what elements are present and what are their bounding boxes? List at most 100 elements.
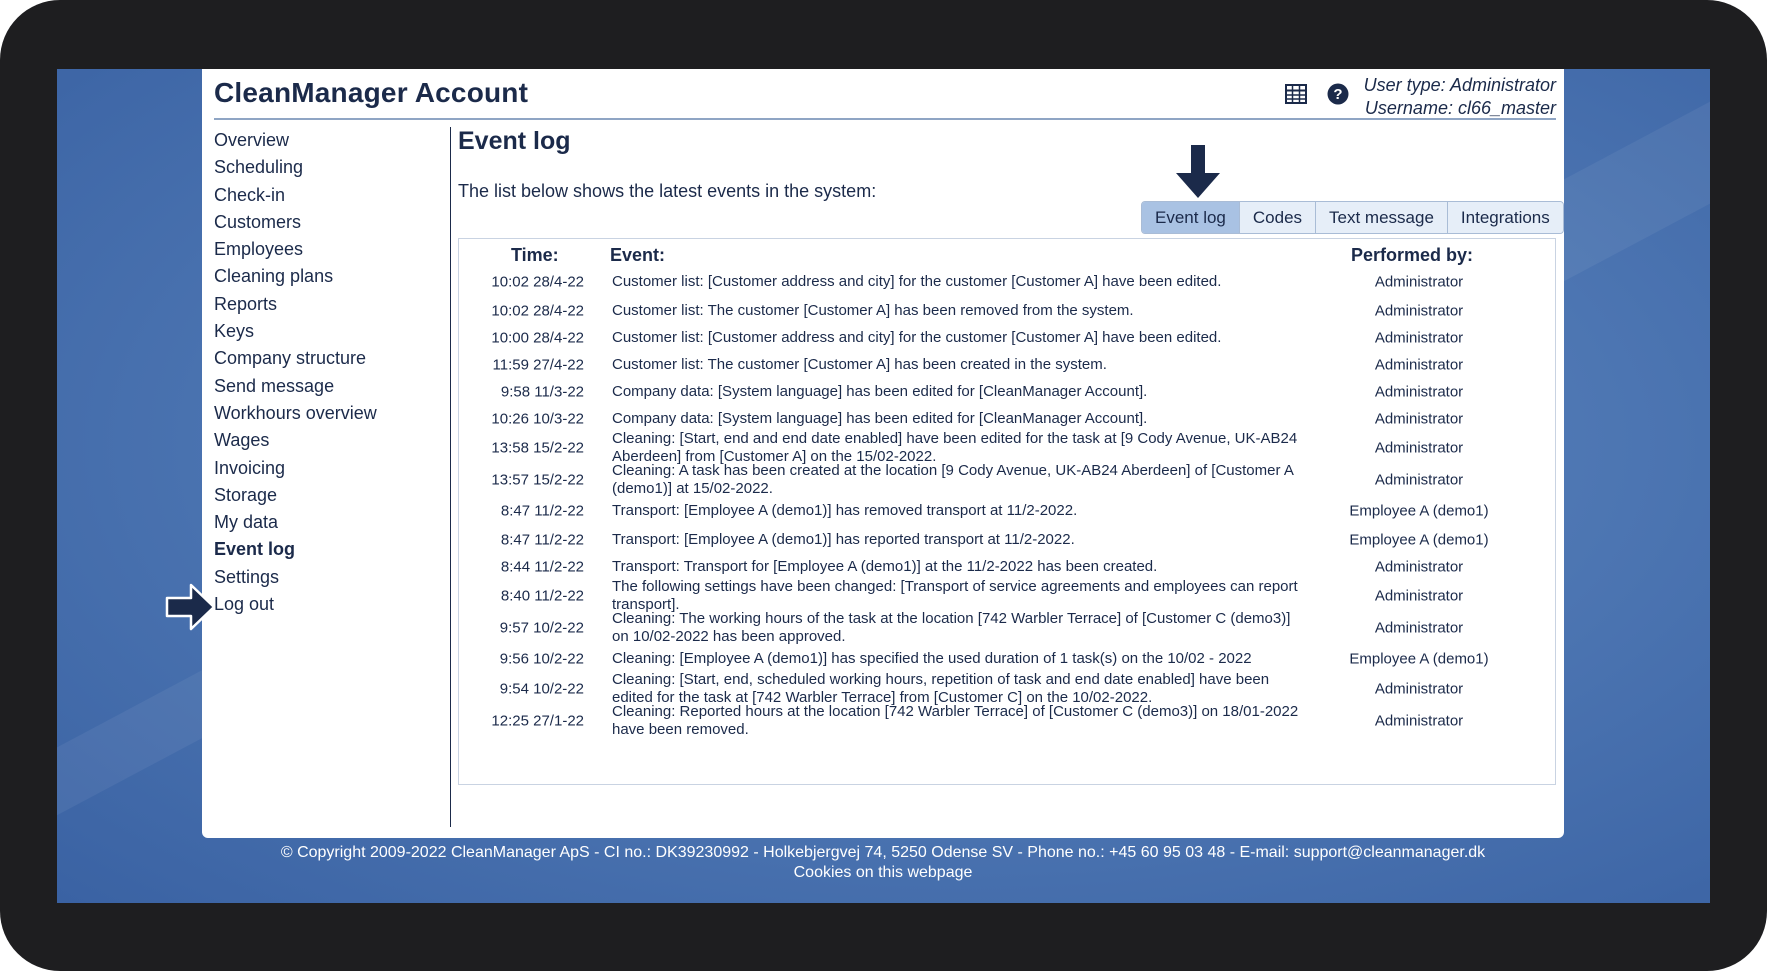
sidebar-item-event-log[interactable]: Event log [214, 536, 377, 563]
cell-event: Customer list: The customer [Customer A]… [612, 301, 1134, 319]
cell-performed-by: Administrator [1374, 273, 1464, 291]
cell-event: Customer list: [Customer address and cit… [612, 328, 1222, 346]
cell-performed-by: Administrator [1374, 587, 1464, 605]
table-row: 8:44 11/2-22 Transport: Transport for [Em… [459, 553, 1555, 580]
cell-time: 13:57 15/2-22 [491, 471, 584, 489]
table-row: 10:02 28/4-22 Customer list: [Customer ad… [459, 267, 1555, 297]
table-row: 10:00 28/4-22 Customer list: [Customer ad… [459, 324, 1555, 351]
cell-time: 10:02 28/4-22 [491, 273, 584, 291]
table-row: 9:57 10/2-22 Cleaning: The working hours … [459, 610, 1555, 645]
cell-time: 10:02 28/4-22 [491, 302, 584, 319]
cell-event: Cleaning: A task has been created at the… [612, 462, 1293, 497]
sidebar-item-check-in[interactable]: Check-in [214, 182, 377, 209]
cell-event: Transport: [Employee A (demo1)] has remo… [612, 502, 1078, 519]
cell-time: 11:59 27/4-22 [492, 356, 584, 373]
cell-performed-by: Employee A (demo1) [1349, 502, 1489, 520]
sidebar-item-reports[interactable]: Reports [214, 291, 377, 318]
cell-event: Cleaning: Reported hours at the location… [612, 703, 1299, 738]
footer-copyright: © Copyright 2009-2022 CleanManager ApS -… [280, 844, 1486, 861]
cell-time: 13:58 15/2-22 [491, 439, 584, 457]
cell-event: The following settings have been changed… [612, 578, 1298, 613]
table-row: 13:57 15/2-22 Cleaning: A task has been c… [459, 462, 1555, 497]
sidebar-item-wages[interactable]: Wages [214, 427, 377, 454]
app-panel: CleanManager Account ? User type: Admini… [165, 69, 1564, 838]
sidebar-item-settings[interactable]: Settings [214, 564, 377, 591]
cell-performed-by: Administrator [1374, 680, 1464, 698]
cell-performed-by: Administrator [1374, 471, 1464, 489]
sidebar-item-storage[interactable]: Storage [214, 482, 377, 509]
cell-time: 8:47 11/2-22 [500, 502, 584, 520]
cell-performed-by: Administrator [1374, 619, 1464, 637]
cell-performed-by: Employee A (demo1) [1349, 650, 1489, 667]
sidebar-item-cleaning-plans[interactable]: Cleaning plans [214, 263, 377, 290]
cell-event: Company data: [System language] has been… [612, 409, 1148, 427]
table-row: 9:58 11/3-22 Company data: [System langua… [459, 378, 1555, 405]
sidebar-item-keys[interactable]: Keys [214, 318, 377, 345]
cell-time: 8:47 11/2-22 [500, 531, 584, 548]
cell-time: 12:25 27/1-22 [491, 712, 584, 730]
table-row: 9:54 10/2-22 Cleaning: [Start, end, sched… [459, 671, 1555, 706]
cell-performed-by: Employee A (demo1) [1349, 531, 1489, 548]
event-table: Time: Event: Performed by: 10:02 28/4-22… [458, 238, 1556, 785]
cell-performed-by: Administrator [1374, 329, 1464, 346]
app-title: CleanManager Account [214, 77, 529, 108]
cell-time: 9:56 10/2-22 [499, 650, 584, 667]
column-header-performed-by: Performed by: [1351, 245, 1474, 265]
table-grid-icon[interactable] [1283, 81, 1309, 107]
sidebar-item-log-out[interactable]: Log out [214, 591, 377, 618]
cell-event: Customer list: The customer [Customer A]… [612, 355, 1107, 373]
cell-event: Customer list: [Customer address and cit… [612, 273, 1222, 290]
cell-performed-by: Administrator [1374, 410, 1464, 427]
page-title: Event log [458, 127, 571, 155]
table-row: 8:47 11/2-22 Transport: [Employee A (demo… [459, 496, 1555, 526]
username: Username: cl66_master [1364, 98, 1556, 118]
sidebar-nav: Overview Scheduling Check-in Customers E… [165, 127, 377, 631]
header-divider [214, 118, 1556, 120]
help-icon[interactable]: ? [1325, 81, 1351, 107]
tab-codes[interactable]: Codes [1238, 202, 1316, 233]
table-row: 10:02 28/4-22 Customer list: The customer… [459, 297, 1555, 324]
cell-time: 9:54 10/2-22 [499, 680, 584, 698]
cell-performed-by: Administrator [1374, 439, 1464, 457]
sidebar-divider [450, 127, 451, 827]
sidebar-item-workhours-overview[interactable]: Workhours overview [214, 400, 377, 427]
cookies-link[interactable]: Cookies on this webpage [202, 863, 1564, 883]
header-icons: ? [1283, 81, 1351, 107]
svg-text:?: ? [1333, 86, 1342, 103]
cell-performed-by: Administrator [1374, 356, 1464, 373]
pointer-arrow-down-icon [1176, 145, 1220, 198]
cell-time: 9:58 11/3-22 [500, 383, 584, 400]
sidebar-item-scheduling[interactable]: Scheduling [214, 154, 377, 181]
sidebar-item-customers[interactable]: Customers [214, 209, 377, 236]
tab-event-log[interactable]: Event log [1142, 202, 1239, 233]
cell-event: Transport: [Employee A (demo1)] has repo… [612, 530, 1075, 548]
sidebar-item-company-structure[interactable]: Company structure [214, 345, 377, 372]
tab-integrations[interactable]: Integrations [1446, 202, 1563, 233]
cell-event: Cleaning: [Start, end, scheduled working… [612, 671, 1270, 706]
table-row: 11:59 27/4-22 Customer list: The customer… [459, 351, 1555, 378]
cell-performed-by: Administrator [1374, 558, 1464, 575]
column-header-event: Event: [610, 245, 666, 265]
cell-event: Transport: Transport for [Employee A (de… [612, 557, 1158, 575]
table-row: 8:40 11/2-22 The following settings have … [459, 578, 1555, 613]
cell-time: 8:44 11/2-22 [500, 558, 584, 575]
cell-event: Cleaning: The working hours of the task … [612, 610, 1291, 645]
footer: © Copyright 2009-2022 CleanManager ApS -… [202, 843, 1564, 883]
sidebar-item-employees[interactable]: Employees [214, 236, 377, 263]
cell-event: Company data: [System language] has been… [612, 382, 1148, 400]
sidebar-item-overview[interactable]: Overview [214, 127, 377, 154]
table-row: 10:26 10/3-22 Company data: [System langu… [459, 405, 1555, 432]
cell-time: 10:26 10/3-22 [491, 410, 584, 427]
sidebar-item-invoicing[interactable]: Invoicing [214, 455, 377, 482]
cell-time: 10:00 28/4-22 [491, 329, 584, 346]
sidebar-item-my-data[interactable]: My data [214, 509, 377, 536]
sidebar-item-send-message[interactable]: Send message [214, 373, 377, 400]
cell-time: 8:40 11/2-22 [500, 587, 584, 605]
table-row: 13:58 15/2-22 Cleaning: [Start, end and e… [459, 430, 1555, 465]
cell-event: Cleaning: [Start, end and end date enabl… [612, 430, 1298, 465]
tab-text-message[interactable]: Text message [1315, 202, 1447, 233]
intro-text: The list below shows the latest events i… [458, 181, 877, 201]
column-header-time: Time: [511, 245, 559, 265]
cell-time: 9:57 10/2-22 [499, 619, 584, 637]
cell-performed-by: Administrator [1374, 302, 1464, 319]
